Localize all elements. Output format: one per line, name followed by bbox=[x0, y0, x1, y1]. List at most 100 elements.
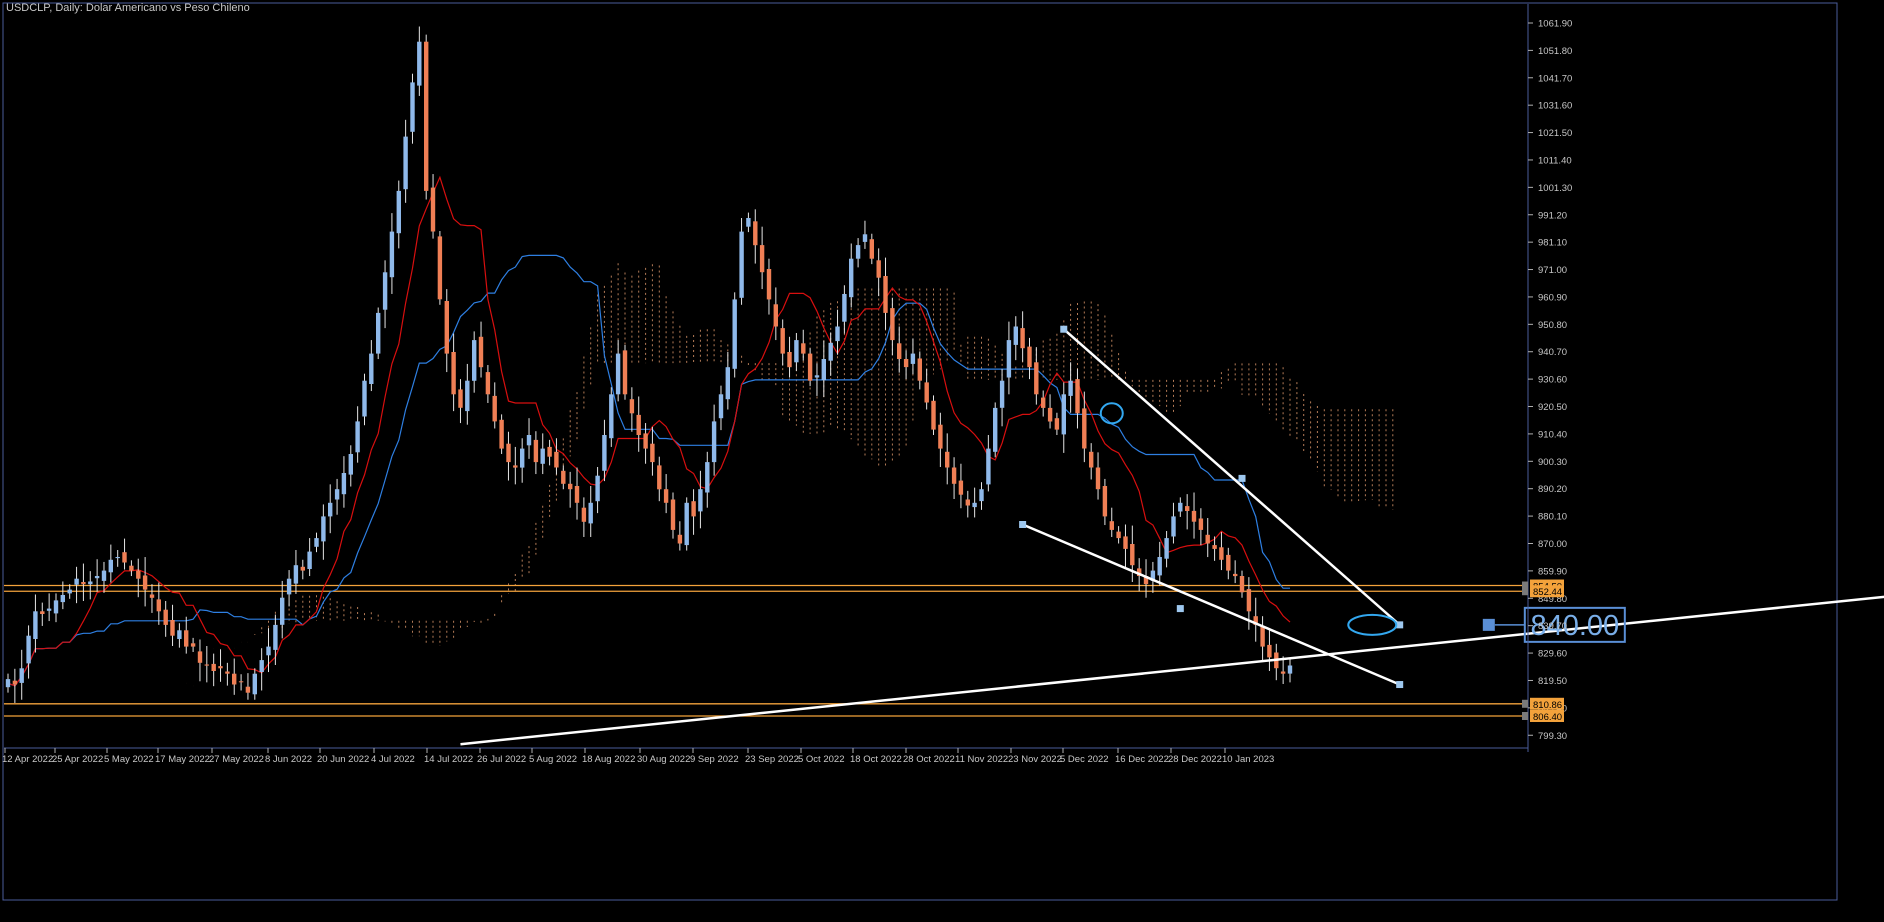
candle-body bbox=[725, 367, 730, 400]
candle-body bbox=[814, 375, 820, 378]
candle-body bbox=[163, 609, 168, 625]
candle bbox=[1006, 321, 1012, 395]
candle bbox=[835, 309, 840, 355]
time-tick-label: 5 Aug 2022 bbox=[529, 754, 577, 765]
candle bbox=[1054, 412, 1060, 435]
candle bbox=[1178, 497, 1183, 517]
candle bbox=[910, 338, 916, 375]
candle-body bbox=[293, 565, 299, 584]
candle bbox=[615, 340, 621, 402]
candle bbox=[999, 368, 1005, 427]
ichimoku-cloud bbox=[254, 263, 1394, 646]
candle bbox=[129, 560, 134, 577]
candle-body bbox=[190, 643, 196, 647]
candle-body bbox=[691, 501, 696, 517]
candle bbox=[931, 395, 936, 435]
candle bbox=[746, 212, 751, 233]
candle-body bbox=[245, 686, 251, 693]
indicator-lines bbox=[7, 175, 1291, 687]
candle bbox=[252, 668, 257, 700]
candle-body bbox=[993, 407, 998, 452]
candle bbox=[1041, 390, 1046, 417]
candle bbox=[1274, 643, 1279, 681]
candle bbox=[945, 433, 950, 485]
candle-body bbox=[746, 218, 751, 227]
candle bbox=[197, 639, 203, 682]
candle bbox=[1191, 492, 1197, 539]
candle bbox=[458, 379, 463, 424]
candle bbox=[965, 490, 970, 518]
candle bbox=[705, 451, 710, 508]
candle-body bbox=[1130, 544, 1135, 566]
candle-body bbox=[1006, 340, 1012, 378]
candle bbox=[526, 418, 532, 459]
candle bbox=[917, 351, 922, 390]
candle-body bbox=[1054, 418, 1060, 430]
candle bbox=[520, 438, 525, 483]
candle-body bbox=[910, 353, 916, 364]
candle-body bbox=[855, 245, 861, 259]
candle bbox=[81, 563, 86, 601]
candle bbox=[492, 382, 497, 429]
candle bbox=[19, 649, 24, 700]
candle bbox=[787, 336, 792, 378]
candle bbox=[1095, 452, 1101, 500]
time-tick-label: 28 Dec 2022 bbox=[1168, 754, 1222, 765]
candle-body bbox=[348, 454, 353, 475]
candle-body bbox=[472, 340, 477, 381]
candle bbox=[1233, 560, 1238, 584]
candle-body bbox=[142, 575, 148, 590]
candle-body bbox=[533, 439, 539, 463]
level-badge-label: 852.44 bbox=[1533, 587, 1562, 598]
candle bbox=[1280, 656, 1286, 684]
candle bbox=[698, 470, 703, 529]
time-tick-label: 20 Jun 2022 bbox=[317, 754, 369, 765]
candle bbox=[1068, 362, 1073, 413]
candle bbox=[33, 594, 38, 653]
candle bbox=[602, 419, 607, 482]
candle-body bbox=[300, 566, 305, 571]
candle-body bbox=[156, 599, 161, 612]
candle bbox=[1047, 394, 1053, 429]
candle-body bbox=[1185, 506, 1190, 511]
horizontal-levels bbox=[4, 584, 1528, 717]
candle bbox=[684, 497, 689, 551]
candle bbox=[986, 434, 991, 492]
candle-body bbox=[458, 389, 463, 408]
candle-body bbox=[821, 359, 826, 381]
candle bbox=[1102, 478, 1108, 526]
candle bbox=[115, 549, 120, 567]
candle bbox=[622, 344, 628, 400]
candle bbox=[1164, 531, 1169, 568]
candle bbox=[718, 385, 724, 431]
candle-body bbox=[657, 465, 662, 490]
candle-body bbox=[444, 301, 449, 354]
candle-body bbox=[252, 673, 257, 695]
candle-body bbox=[396, 190, 401, 234]
price-tick-label: 1051.80 bbox=[1538, 46, 1572, 57]
candle-body bbox=[465, 380, 470, 412]
candle-body bbox=[355, 421, 360, 453]
candle-body bbox=[801, 343, 806, 354]
candle bbox=[876, 248, 881, 297]
candle bbox=[561, 465, 566, 490]
candle-body bbox=[225, 671, 230, 674]
upper-channel-line bbox=[1062, 328, 1401, 626]
candle bbox=[149, 584, 155, 613]
candle-body bbox=[986, 448, 991, 485]
candle bbox=[355, 406, 360, 463]
candle-body bbox=[149, 594, 155, 598]
candle bbox=[403, 119, 408, 203]
candle-body bbox=[1191, 510, 1197, 522]
candle-body bbox=[753, 221, 758, 246]
candle bbox=[849, 243, 854, 308]
candle bbox=[1171, 502, 1176, 544]
candle-body bbox=[5, 679, 11, 688]
candle-body bbox=[410, 82, 415, 132]
time-tick-label: 5 Dec 2022 bbox=[1060, 754, 1109, 765]
candle-body bbox=[568, 483, 573, 490]
candle bbox=[334, 478, 340, 515]
price-tick-label: 991.20 bbox=[1538, 210, 1567, 221]
candle bbox=[1034, 347, 1039, 405]
candle bbox=[424, 34, 429, 200]
